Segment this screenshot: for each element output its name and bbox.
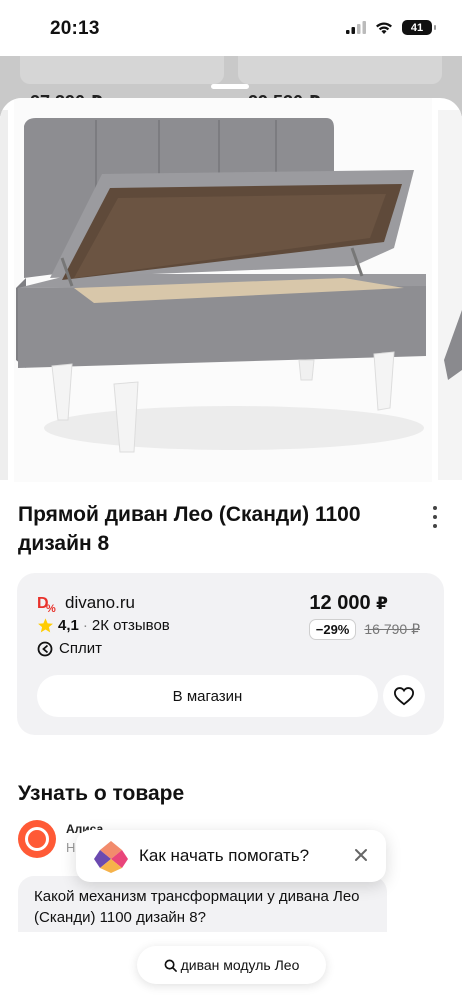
- popup-text: Как начать помогать?: [139, 846, 310, 865]
- status-bar: 20:13 41: [0, 0, 462, 56]
- status-icons: 41: [346, 20, 436, 35]
- search-pill[interactable]: диван модуль Лео: [137, 946, 326, 984]
- image-gallery[interactable]: [0, 98, 462, 490]
- sheet-grabber[interactable]: [211, 84, 249, 89]
- help-popup[interactable]: Как начать помогать?: [76, 830, 386, 882]
- rating-separator: ·: [82, 617, 88, 634]
- star-icon: [38, 618, 53, 633]
- rating-value: 4,1: [58, 617, 79, 634]
- favorite-button[interactable]: [383, 675, 425, 717]
- offer-card: D % divano.ru 4,1 · 2К отзывов Сплит 12 …: [17, 573, 444, 735]
- product-title-wrap: Прямой диван Лео (Сканди) 1100 дизайн 8: [18, 500, 418, 558]
- assistant-subtitle: Н: [66, 840, 76, 855]
- background-card: [20, 56, 224, 84]
- rating-row[interactable]: 4,1 · 2К отзывов: [37, 617, 170, 634]
- reviews-count: 2К отзывов: [91, 617, 170, 634]
- price: 12 000 ₽: [309, 592, 388, 615]
- product-image[interactable]: [14, 98, 432, 482]
- product-sheet: Прямой диван Лео (Сканди) 1100 дизайн 8 …: [0, 98, 462, 1000]
- help-logo-icon: [94, 841, 128, 873]
- price-value: 12 000: [309, 592, 371, 614]
- discount-row: −29% 16 790 ₽: [308, 619, 420, 640]
- close-icon[interactable]: [352, 846, 370, 864]
- status-time: 20:13: [50, 18, 100, 39]
- section-title-about: Узнать о товаре: [18, 782, 185, 805]
- split-row[interactable]: Сплит: [37, 640, 102, 657]
- next-image-shape: [444, 310, 462, 380]
- search-icon: [164, 959, 177, 972]
- search-query: диван модуль Лео: [180, 957, 300, 973]
- sofa-illustration: [16, 118, 426, 453]
- shop-row[interactable]: D % divano.ru: [37, 593, 135, 613]
- product-title: Прямой диван Лео (Сканди) 1100 дизайн 8: [18, 503, 361, 555]
- shop-logo-icon: D %: [37, 595, 56, 613]
- svg-text:%: %: [46, 603, 56, 613]
- discount-badge: −29%: [308, 619, 357, 640]
- price-currency: ₽: [376, 594, 388, 613]
- more-options-icon[interactable]: [428, 506, 442, 528]
- heart-icon: [393, 687, 415, 706]
- battery-icon: 41: [402, 20, 436, 35]
- background-card: [238, 56, 442, 84]
- next-image-peek[interactable]: [438, 110, 462, 480]
- old-price: 16 790 ₽: [364, 621, 420, 637]
- suggested-question[interactable]: Какой механизм трансформации у дивана Ле…: [18, 876, 387, 932]
- split-label: Сплит: [59, 640, 102, 657]
- shop-name[interactable]: divano.ru: [65, 593, 135, 613]
- wifi-icon: [376, 22, 392, 34]
- prev-image-peek[interactable]: [0, 110, 8, 480]
- split-icon: [37, 641, 53, 656]
- alice-avatar: [18, 820, 56, 858]
- battery-level: 41: [410, 21, 424, 34]
- signal-icon: [346, 21, 366, 34]
- go-to-shop-button[interactable]: В магазин: [37, 675, 378, 717]
